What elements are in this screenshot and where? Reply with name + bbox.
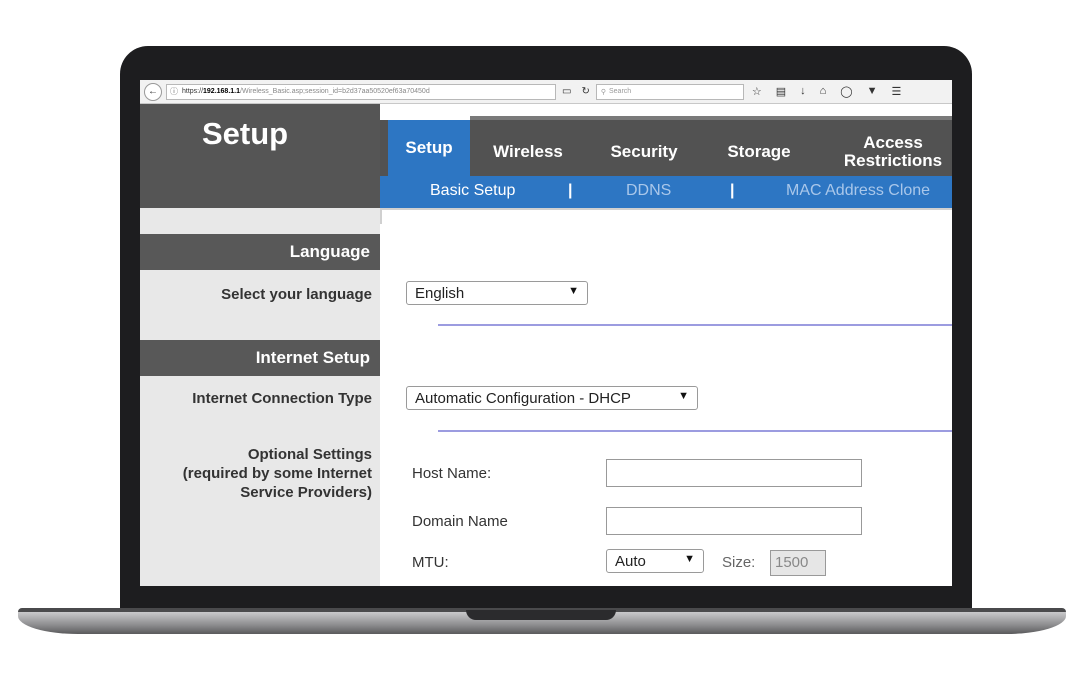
tab-access-restrictions[interactable]: Access Restrictions [834, 132, 952, 172]
mtu-value: Auto [615, 552, 646, 570]
size-label: Size: [722, 554, 756, 571]
subtab-ddns[interactable]: DDNS [626, 182, 671, 200]
back-arrow-icon[interactable]: ← [144, 82, 162, 101]
connection-type-value: Automatic Configuration - DHCP [415, 389, 631, 407]
bookmark-star-icon[interactable]: ☆ [752, 85, 762, 98]
tab-setup[interactable]: Setup [388, 120, 470, 176]
page-title: Setup [202, 116, 289, 151]
domain-name-field[interactable] [606, 507, 862, 535]
mtu-select[interactable]: Auto ▼ [606, 549, 704, 573]
page-title-block: Setup [140, 104, 380, 208]
subtab-mac-address-clone[interactable]: MAC Address Clone [786, 182, 930, 200]
bookmarks-library-icon[interactable]: ▤ [776, 85, 786, 98]
domain-name-label: Domain Name [412, 513, 508, 530]
optional-settings-line1: Optional Settings [247, 446, 372, 463]
subtab-separator: | [568, 182, 573, 199]
host-name-label: Host Name: [412, 465, 492, 482]
url-host: 192.168.1.1 [203, 88, 240, 95]
host-name-field[interactable] [606, 459, 862, 487]
language-select[interactable]: English ▼ [406, 281, 588, 305]
reader-view-icon[interactable]: ▭ [562, 86, 571, 97]
language-selected-value: English [415, 284, 465, 302]
router-admin-screen: ← ⓘ https:// 192.168.1.1 /Wireless_Basic… [140, 80, 952, 586]
tab-wireless[interactable]: Wireless [482, 132, 574, 172]
tab-security[interactable]: Security [598, 132, 690, 172]
search-icon: ⚲ [600, 88, 606, 96]
reload-icon[interactable]: ↻ [581, 86, 589, 97]
info-lock-icon: ⓘ [170, 87, 178, 96]
browser-toolbar: ← ⓘ https:// 192.168.1.1 /Wireless_Basic… [140, 80, 952, 104]
section-heading-language: Language [140, 234, 380, 270]
subtabs-bar: Basic Setup | DDNS | MAC Address Clone [380, 176, 952, 208]
section-heading-internet-setup: Internet Setup [140, 340, 380, 376]
dropdown-arrow-icon: ▼ [568, 285, 579, 297]
divider [438, 430, 952, 432]
optional-settings-label: Optional Settings (required by some Inte… [140, 445, 372, 502]
language-label: Select your language [221, 286, 372, 303]
dropdown-arrow-icon: ▼ [678, 390, 689, 402]
search-placeholder: Search [608, 88, 632, 95]
chat-icon[interactable]: ◯ [840, 85, 852, 98]
connection-type-label: Internet Connection Type [192, 390, 372, 407]
menu-icon[interactable]: ☰ [891, 85, 901, 98]
connection-type-select[interactable]: Automatic Configuration - DHCP ▼ [406, 386, 698, 410]
subtab-separator: | [730, 182, 735, 199]
dropdown-arrow-icon: ▼ [684, 553, 695, 565]
mtu-label: MTU: [412, 554, 449, 571]
content-top-edge [380, 208, 952, 224]
download-icon[interactable]: ↓ [800, 85, 806, 98]
laptop-mockup: ← ⓘ https:// 192.168.1.1 /Wireless_Basic… [0, 0, 1082, 688]
url-scheme: https:// [182, 88, 204, 95]
address-bar[interactable]: ⓘ https:// 192.168.1.1 /Wireless_Basic.a… [166, 83, 556, 100]
pocket-icon[interactable]: ▼ [867, 85, 878, 98]
browser-toolbar-icons: ☆ ▤ ↓ ⌂ ◯ ▼ ☰ [752, 85, 902, 98]
tab-storage[interactable]: Storage [716, 132, 802, 172]
home-icon[interactable]: ⌂ [820, 85, 827, 98]
divider [438, 324, 952, 326]
laptop-notch [466, 610, 616, 620]
optional-settings-line3: Service Providers) [240, 484, 372, 501]
mtu-size-field[interactable]: 1500 [770, 550, 826, 576]
search-input[interactable]: ⚲ Search [595, 83, 744, 100]
url-path: /Wireless_Basic.asp;session_id=b2d37aa50… [240, 88, 430, 95]
subtab-basic-setup[interactable]: Basic Setup [430, 182, 515, 200]
optional-settings-line2: (required by some Internet [182, 465, 372, 482]
